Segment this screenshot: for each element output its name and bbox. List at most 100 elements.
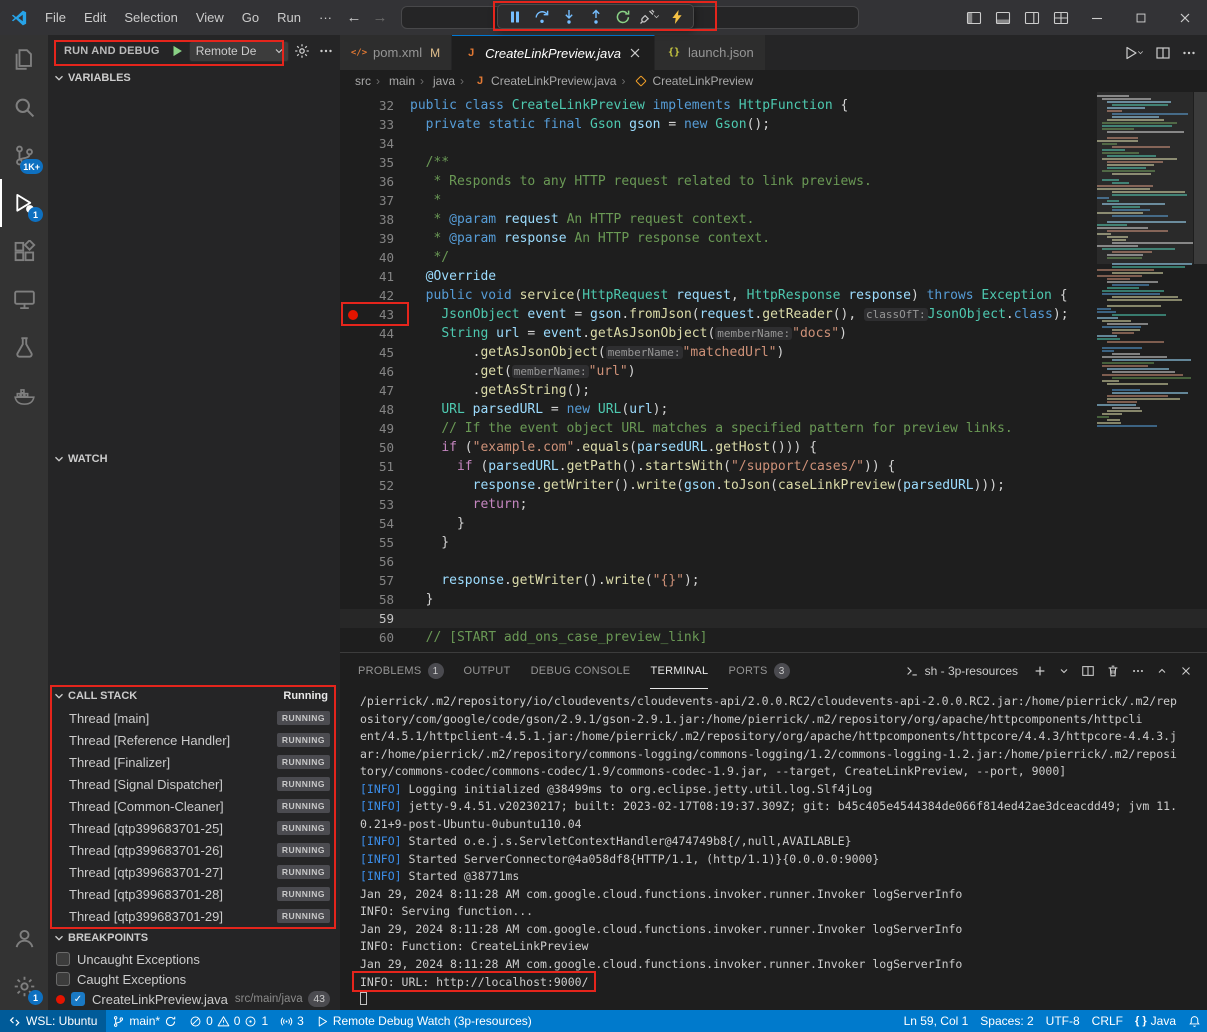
gutter[interactable]	[340, 400, 368, 419]
gutter[interactable]	[340, 324, 368, 343]
step-out-button[interactable]	[582, 6, 609, 27]
code-line-38[interactable]: 38 * @param request An HTTP request cont…	[340, 210, 1207, 229]
call-stack-thread[interactable]: Thread [qtp399683701-28]RUNNING	[48, 883, 340, 905]
code-line-49[interactable]: 49 // If the event object URL matches a …	[340, 419, 1207, 438]
gutter[interactable]	[340, 248, 368, 267]
step-over-button[interactable]	[528, 6, 555, 27]
call-stack-thread[interactable]: Thread [qtp399683701-29]RUNNING	[48, 905, 340, 927]
activity-testing[interactable]	[0, 323, 48, 371]
code-line-43[interactable]: 43 JsonObject event = gson.fromJson(requ…	[340, 305, 1207, 324]
eol-status[interactable]: CRLF	[1086, 1010, 1129, 1032]
activity-accounts[interactable]	[0, 914, 48, 962]
panel-tab-problems[interactable]: PROBLEMS1	[358, 654, 444, 689]
code-line-39[interactable]: 39 * @param response An HTTP response co…	[340, 229, 1207, 248]
terminal-prompt-line[interactable]	[360, 991, 1207, 1009]
gutter[interactable]	[340, 552, 368, 571]
code-line-45[interactable]: 45 .getAsJsonObject(memberName:"matchedU…	[340, 343, 1207, 362]
gutter[interactable]	[340, 590, 368, 609]
toggle-secondary-sidebar-button[interactable]	[1017, 0, 1046, 35]
minimize-button[interactable]	[1075, 0, 1119, 35]
tab-launch.json[interactable]: {}launch.json	[655, 35, 766, 70]
breakpoint-dot[interactable]	[348, 310, 358, 320]
menu-selection[interactable]: Selection	[115, 5, 186, 31]
breadcrumb-item[interactable]: src	[355, 74, 371, 88]
code-line-60[interactable]: 60 // [START add_ons_case_preview_link]	[340, 628, 1207, 647]
gutter[interactable]	[340, 419, 368, 438]
gutter[interactable]	[340, 362, 368, 381]
code-line-44[interactable]: 44 String url = event.getAsJsonObject(me…	[340, 324, 1207, 343]
menu-go[interactable]: Go	[233, 5, 268, 31]
code-line-33[interactable]: 33 private static final Gson gson = new …	[340, 115, 1207, 134]
customize-layout-button[interactable]	[1046, 0, 1075, 35]
gutter[interactable]	[340, 305, 368, 324]
gutter[interactable]	[340, 438, 368, 457]
breakpoint-checkbox[interactable]	[56, 952, 70, 966]
code-line-36[interactable]: 36 * Responds to any HTTP request relate…	[340, 172, 1207, 191]
code-line-58[interactable]: 58 }	[340, 590, 1207, 609]
call-stack-thread[interactable]: Thread [qtp399683701-25]RUNNING	[48, 817, 340, 839]
maximize-panel-button[interactable]	[1156, 665, 1168, 677]
code-line-57[interactable]: 57 response.getWriter().write("{}");	[340, 571, 1207, 590]
gutter[interactable]	[340, 457, 368, 476]
panel-tab-ports[interactable]: PORTS3	[728, 654, 789, 689]
back-button[interactable]: ←	[341, 9, 367, 26]
terminal-output[interactable]: /pierrick/.m2/repository/io/cloudevents/…	[340, 689, 1207, 1010]
variables-section-header[interactable]: VARIABLES	[48, 67, 340, 89]
gutter[interactable]	[340, 96, 368, 115]
gutter[interactable]	[340, 343, 368, 362]
menu-view[interactable]: View	[187, 5, 233, 31]
code-line-47[interactable]: 47 .getAsString();	[340, 381, 1207, 400]
minimap-slider[interactable]	[1097, 92, 1193, 264]
breadcrumb-item[interactable]: main	[371, 74, 415, 88]
breadcrumb-item[interactable]: JCreateLinkPreview.java	[455, 74, 616, 88]
code-line-50[interactable]: 50 if ("example.com".equals(parsedURL.ge…	[340, 438, 1207, 457]
indentation-status[interactable]: Spaces: 2	[974, 1010, 1039, 1032]
call-stack-thread[interactable]: Thread [Common-Cleaner]RUNNING	[48, 795, 340, 817]
call-stack-section-header[interactable]: CALL STACK Running	[48, 685, 340, 707]
breadcrumb-item[interactable]: java	[415, 74, 455, 88]
call-stack-thread[interactable]: Thread [Finalizer]RUNNING	[48, 751, 340, 773]
gutter[interactable]	[340, 267, 368, 286]
ports-status[interactable]: 3	[274, 1010, 310, 1032]
debug-session-status[interactable]: Remote Debug Watch (3p-resources)	[310, 1010, 538, 1032]
activity-source-control[interactable]: 1K+	[0, 131, 48, 179]
split-terminal-button[interactable]	[1081, 664, 1095, 678]
code-line-59[interactable]: 59	[340, 609, 1207, 628]
pause-button[interactable]	[501, 6, 528, 27]
language-status[interactable]: { } Java	[1129, 1010, 1182, 1032]
gutter[interactable]	[340, 172, 368, 191]
close-tab-icon[interactable]	[627, 45, 643, 61]
code-line-55[interactable]: 55 }	[340, 533, 1207, 552]
gutter[interactable]	[340, 609, 368, 628]
call-stack-thread[interactable]: Thread [Signal Dispatcher]RUNNING	[48, 773, 340, 795]
gutter[interactable]	[340, 381, 368, 400]
code-line-34[interactable]: 34	[340, 134, 1207, 153]
code-line-46[interactable]: 46 .get(memberName:"url")	[340, 362, 1207, 381]
tab-pom.xml[interactable]: </>pom.xmlM	[340, 35, 452, 70]
watch-section-header[interactable]: WATCH	[48, 448, 340, 470]
gutter[interactable]	[340, 495, 368, 514]
code-line-35[interactable]: 35 /**	[340, 153, 1207, 172]
call-stack-thread[interactable]: Thread [main]RUNNING	[48, 707, 340, 729]
cursor-position[interactable]: Ln 59, Col 1	[898, 1010, 975, 1032]
activity-search[interactable]	[0, 83, 48, 131]
disconnect-button[interactable]	[636, 6, 663, 27]
toggle-panel-button[interactable]	[988, 0, 1017, 35]
code-line-52[interactable]: 52 response.getWriter().write(gson.toJso…	[340, 476, 1207, 495]
start-debugging-button[interactable]	[170, 44, 184, 58]
gutter[interactable]	[340, 628, 368, 647]
call-stack-thread[interactable]: Thread [qtp399683701-26]RUNNING	[48, 839, 340, 861]
encoding-status[interactable]: UTF-8	[1040, 1010, 1086, 1032]
gutter[interactable]	[340, 571, 368, 590]
code-line-48[interactable]: 48 URL parsedURL = new URL(url);	[340, 400, 1207, 419]
activity-run-and-debug[interactable]: 1	[0, 179, 48, 227]
code-line-53[interactable]: 53 return;	[340, 495, 1207, 514]
branch-status[interactable]: main*	[106, 1010, 183, 1032]
code-line-37[interactable]: 37 *	[340, 191, 1207, 210]
remote-indicator[interactable]: WSL: Ubuntu	[0, 1010, 106, 1032]
menu-more[interactable]: ···	[310, 5, 341, 31]
code-line-41[interactable]: 41 @Override	[340, 267, 1207, 286]
close-panel-button[interactable]	[1179, 664, 1193, 678]
code-line-40[interactable]: 40 */	[340, 248, 1207, 267]
activity-explorer[interactable]	[0, 35, 48, 83]
